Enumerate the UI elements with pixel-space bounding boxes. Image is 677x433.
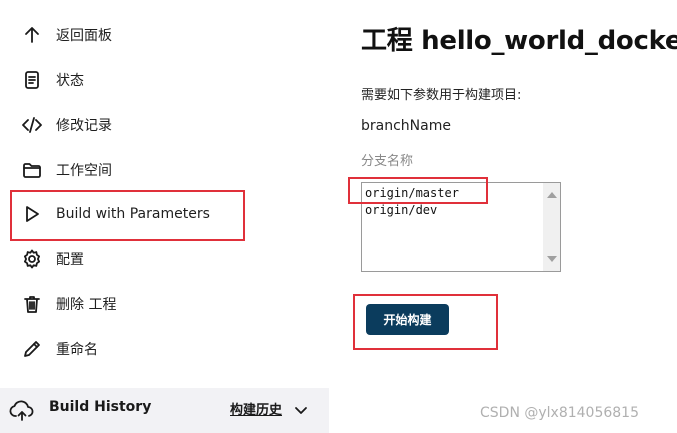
sidebar-item-label: 修改记录 — [56, 118, 112, 134]
build-history-link[interactable]: 构建历史 — [230, 399, 282, 418]
sidebar-item-label: 配置 — [56, 252, 84, 268]
parameters-description: 需要如下参数用于构建项目: — [361, 88, 522, 103]
arrow-up-icon — [21, 24, 43, 46]
branch-option-dev[interactable]: origin/dev — [365, 203, 437, 217]
document-icon — [21, 69, 43, 91]
sidebar-item-label: 删除 工程 — [56, 297, 117, 313]
trash-icon — [21, 293, 43, 315]
sidebar-item-label: 重命名 — [56, 342, 98, 358]
sidebar-item-rename[interactable]: 重命名 — [0, 329, 300, 369]
scroll-up-arrow-icon[interactable] — [547, 192, 557, 198]
cloud-icon — [9, 400, 34, 421]
listbox-scrollbar[interactable] — [543, 183, 560, 271]
sidebar-item-label: 返回面板 — [56, 28, 112, 44]
sidebar-item-status[interactable]: 状态 — [0, 60, 300, 100]
gear-icon — [21, 248, 43, 270]
sidebar-item-label: 状态 — [56, 73, 84, 89]
sidebar-item-label: 工作空间 — [56, 163, 112, 179]
pencil-icon — [21, 338, 43, 360]
watermark: CSDN @ylx814056815 — [480, 405, 639, 421]
build-history-label: Build History — [49, 399, 152, 415]
scroll-down-arrow-icon[interactable] — [547, 256, 557, 262]
sidebar-item-delete-project[interactable]: 删除 工程 — [0, 284, 300, 324]
chevron-down-icon[interactable] — [294, 403, 308, 417]
page-title: 工程 hello_world_docker — [361, 26, 677, 56]
highlight-box-build-with-parameters — [10, 190, 245, 241]
parameter-name: branchName — [361, 118, 451, 134]
folder-icon — [21, 159, 43, 181]
highlight-box-build-button — [353, 294, 498, 350]
sidebar-item-workspace[interactable]: 工作空间 — [0, 150, 300, 190]
parameter-description: 分支名称 — [361, 154, 414, 169]
build-history-bar: Build History 构建历史 — [0, 388, 329, 433]
sidebar-item-changes[interactable]: 修改记录 — [0, 105, 300, 145]
main-content: 工程 hello_world_docker 需要如下参数用于构建项目: bran… — [361, 0, 677, 433]
sidebar-item-back-to-dashboard[interactable]: 返回面板 — [0, 15, 300, 55]
highlight-box-branch-option — [348, 177, 488, 204]
sidebar-item-configure[interactable]: 配置 — [0, 239, 300, 279]
code-icon — [21, 114, 43, 136]
